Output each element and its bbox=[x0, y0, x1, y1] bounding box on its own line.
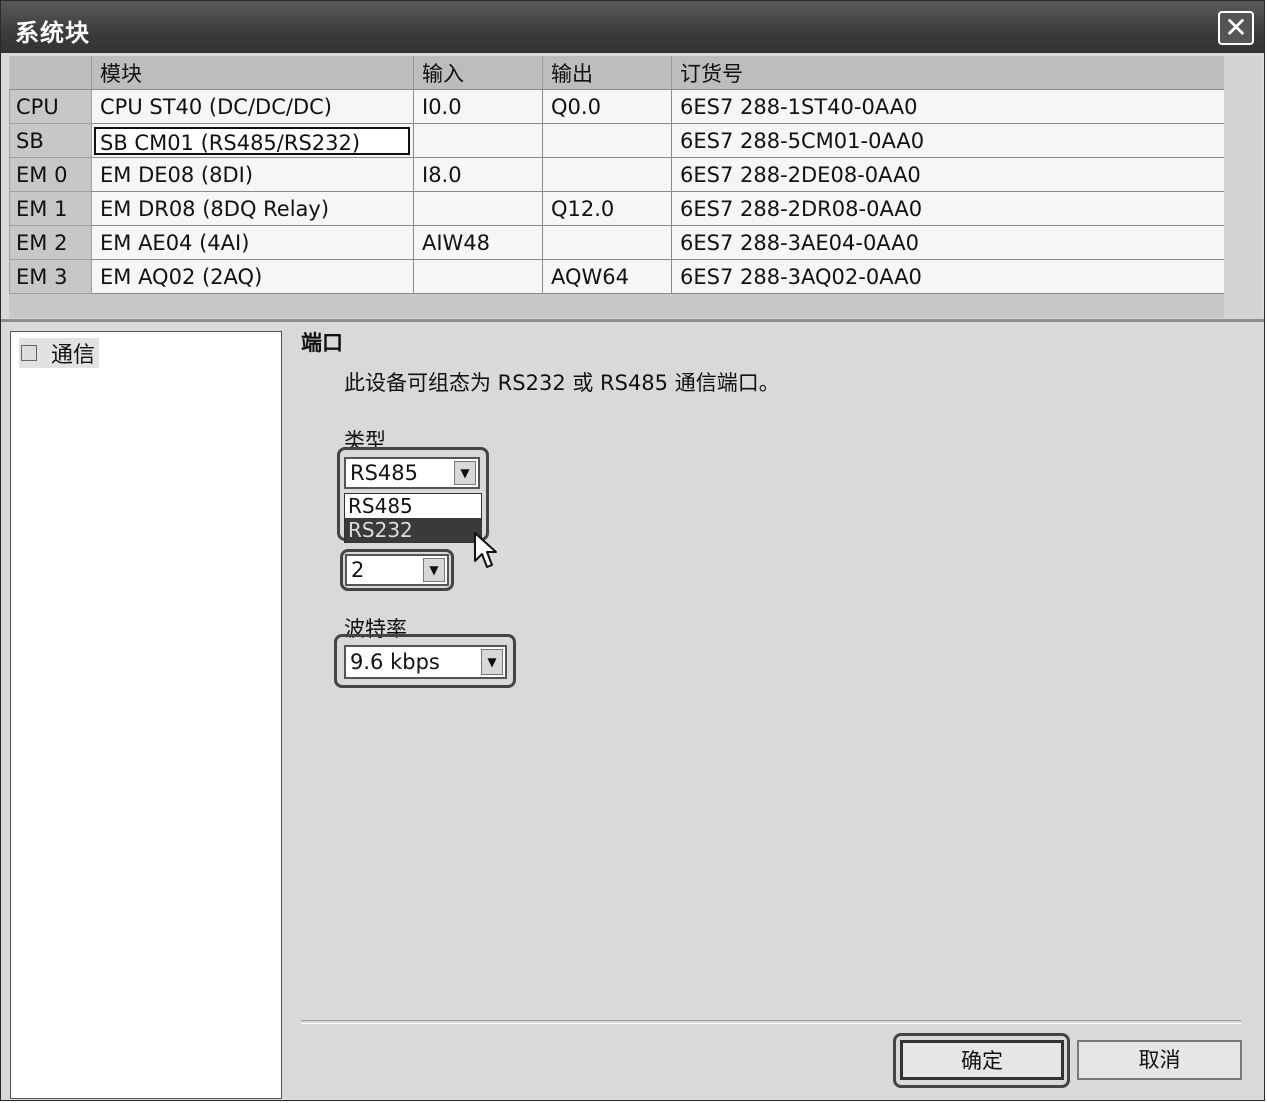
module-table-area: 模块 输入 输出 订货号 CPU CPU ST40 (DC/DC/DC) I0.… bbox=[9, 56, 1261, 318]
table-side-gap bbox=[1224, 56, 1261, 318]
output-cell bbox=[542, 157, 672, 192]
output-cell bbox=[542, 123, 672, 158]
order-number-cell: 6ES7 288-5CM01-0AA0 bbox=[671, 123, 1225, 158]
type-select-value: RS485 bbox=[350, 461, 419, 485]
port-settings-panel: 端口 此设备可组态为 RS232 或 RS485 通信端口。 类型 RS485 … bbox=[285, 323, 1263, 1099]
port-description: 此设备可组态为 RS232 或 RS485 通信端口。 bbox=[344, 371, 780, 395]
table-row[interactable]: EM 3 EM AQ02 (2AQ) AQW64 6ES7 288-3AQ02-… bbox=[9, 259, 1225, 294]
output-cell: Q0.0 bbox=[542, 89, 672, 124]
slot-cell: CPU bbox=[9, 89, 92, 124]
module-cell-selected[interactable]: SB CM01 (RS485/RS232) bbox=[91, 123, 414, 158]
slot-cell: EM 2 bbox=[9, 225, 92, 260]
column-header-slot bbox=[9, 56, 92, 90]
table-header-row: 模块 输入 输出 订货号 bbox=[9, 56, 1225, 90]
table-row[interactable]: EM 2 EM AE04 (4AI) AIW48 6ES7 288-3AE04-… bbox=[9, 225, 1225, 260]
type-option-rs485[interactable]: RS485 bbox=[345, 494, 481, 518]
dialog-title: 系统块 bbox=[15, 19, 90, 47]
table-row[interactable]: CPU CPU ST40 (DC/DC/DC) I0.0 Q0.0 6ES7 2… bbox=[9, 89, 1225, 124]
slot-cell: EM 0 bbox=[9, 157, 92, 192]
slot-cell: EM 3 bbox=[9, 259, 92, 294]
tree-item-communication[interactable]: 通信 bbox=[19, 338, 100, 368]
column-header-module: 模块 bbox=[91, 56, 414, 90]
checkbox-icon[interactable] bbox=[21, 345, 37, 361]
address-select-value: 2 bbox=[351, 558, 365, 582]
chevron-down-icon[interactable]: ▼ bbox=[423, 558, 445, 582]
navigation-tree: 通信 bbox=[10, 331, 282, 1099]
order-number-cell: 6ES7 288-3AE04-0AA0 bbox=[671, 225, 1225, 260]
module-cell[interactable]: CPU ST40 (DC/DC/DC) bbox=[91, 89, 414, 124]
selected-module-box[interactable]: SB CM01 (RS485/RS232) bbox=[94, 126, 410, 155]
table-row[interactable]: EM 0 EM DE08 (8DI) I8.0 6ES7 288-2DE08-0… bbox=[9, 157, 1225, 192]
type-dropdown-list: RS485 RS232 bbox=[344, 493, 482, 543]
type-select[interactable]: RS485 ▼ bbox=[344, 457, 480, 489]
address-select[interactable]: 2 ▼ bbox=[345, 554, 449, 586]
input-cell: I0.0 bbox=[413, 89, 543, 124]
mouse-cursor-icon bbox=[474, 532, 497, 568]
close-icon[interactable]: ✕ bbox=[1218, 11, 1254, 45]
order-number-cell: 6ES7 288-3AQ02-0AA0 bbox=[671, 259, 1225, 294]
order-number-cell: 6ES7 288-1ST40-0AA0 bbox=[671, 89, 1225, 124]
order-number-cell: 6ES7 288-2DR08-0AA0 bbox=[671, 191, 1225, 226]
column-header-input: 输入 bbox=[413, 56, 543, 90]
cancel-button[interactable]: 取消 bbox=[1077, 1040, 1242, 1080]
slot-cell: EM 1 bbox=[9, 191, 92, 226]
column-header-output: 输出 bbox=[542, 56, 672, 90]
chevron-down-icon[interactable]: ▼ bbox=[454, 461, 476, 485]
ok-button[interactable]: 确定 bbox=[900, 1040, 1064, 1080]
slot-cell: SB bbox=[9, 123, 92, 158]
table-row[interactable]: SB SB CM01 (RS485/RS232) 6ES7 288-5CM01-… bbox=[9, 123, 1225, 158]
input-cell bbox=[413, 191, 543, 226]
module-cell[interactable]: EM AE04 (4AI) bbox=[91, 225, 414, 260]
module-cell[interactable]: EM DE08 (8DI) bbox=[91, 157, 414, 192]
order-number-cell: 6ES7 288-2DE08-0AA0 bbox=[671, 157, 1225, 192]
title-bar[interactable]: 系统块 ✕ bbox=[1, 1, 1264, 53]
splitter[interactable] bbox=[1, 319, 1264, 322]
table-row[interactable]: EM 1 EM DR08 (8DQ Relay) Q12.0 6ES7 288-… bbox=[9, 191, 1225, 226]
input-cell: AIW48 bbox=[413, 225, 543, 260]
tree-item-label: 通信 bbox=[51, 343, 96, 368]
button-separator bbox=[301, 1020, 1241, 1024]
output-cell: Q12.0 bbox=[542, 191, 672, 226]
system-block-dialog: 系统块 ✕ 模块 输入 输出 订货号 CPU CPU ST40 (DC/DC/D… bbox=[0, 0, 1265, 1101]
chevron-down-icon[interactable]: ▼ bbox=[481, 649, 503, 675]
baud-rate-select-value: 9.6 kbps bbox=[350, 650, 440, 674]
input-cell: I8.0 bbox=[413, 157, 543, 192]
column-header-order-number: 订货号 bbox=[671, 56, 1225, 90]
module-cell[interactable]: EM DR08 (8DQ Relay) bbox=[91, 191, 414, 226]
module-cell[interactable]: EM AQ02 (2AQ) bbox=[91, 259, 414, 294]
input-cell bbox=[413, 123, 543, 158]
output-cell bbox=[542, 225, 672, 260]
section-title: 端口 bbox=[301, 331, 343, 355]
type-option-rs232[interactable]: RS232 bbox=[345, 518, 481, 542]
input-cell bbox=[413, 259, 543, 294]
module-table: 模块 输入 输出 订货号 CPU CPU ST40 (DC/DC/DC) I0.… bbox=[9, 56, 1225, 294]
output-cell: AQW64 bbox=[542, 259, 672, 294]
baud-rate-select[interactable]: 9.6 kbps ▼ bbox=[344, 645, 507, 679]
